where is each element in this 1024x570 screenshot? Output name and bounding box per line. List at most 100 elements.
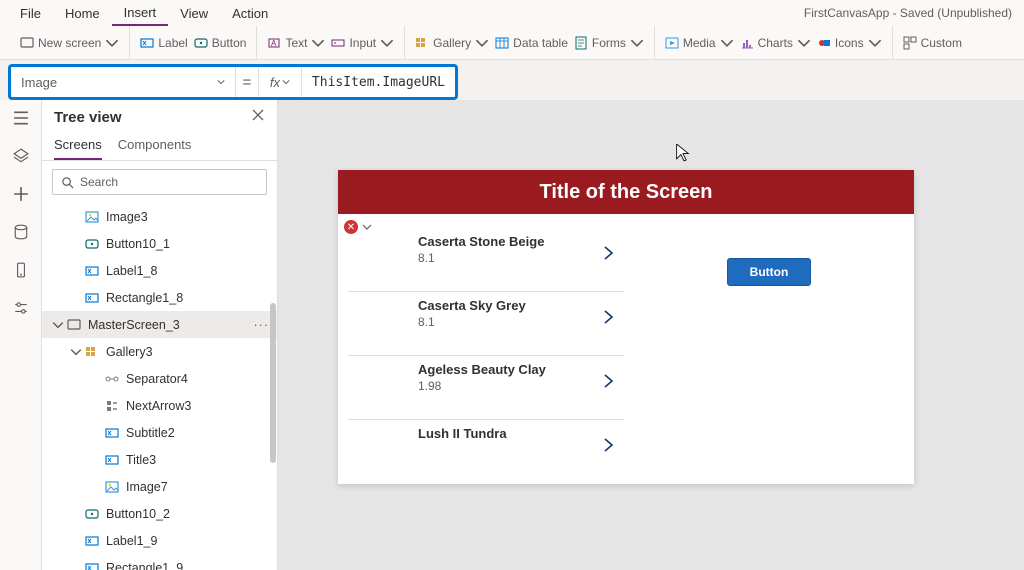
gallery-control[interactable]: Caserta Stone Beige8.1Caserta Sky Grey8.…: [348, 214, 624, 484]
data-rail-button[interactable]: [11, 222, 31, 242]
forms-label: Forms: [592, 36, 626, 50]
tree-view-title: Tree view: [54, 109, 122, 126]
gallery-item[interactable]: Lush II Tundra: [348, 420, 624, 484]
tree-node-Gallery3[interactable]: Gallery3: [42, 338, 277, 365]
tree-node-Label1_8[interactable]: Label1_8: [42, 257, 277, 284]
chevron-down-icon: [475, 36, 489, 50]
gallery-label: Gallery: [433, 36, 471, 50]
menu-file[interactable]: File: [8, 2, 53, 25]
chevron-down-icon: [797, 36, 811, 50]
media-dropdown[interactable]: Media: [665, 36, 734, 50]
canvas[interactable]: Title of the Screen ✕ Caserta Stone Beig…: [278, 100, 1024, 570]
tree-node-label: Gallery3: [106, 345, 153, 359]
insert-button-button[interactable]: Button: [194, 36, 247, 50]
gallery-item[interactable]: Caserta Stone Beige8.1: [348, 228, 624, 292]
tree-node-Rectangle1_9[interactable]: Rectangle1_9: [42, 554, 277, 570]
fx-label: fx: [270, 75, 280, 90]
menu-home[interactable]: Home: [53, 2, 112, 25]
icons-label: Icons: [835, 36, 864, 50]
canvas-button[interactable]: Button: [727, 258, 812, 286]
advanced-rail-button[interactable]: [11, 298, 31, 318]
gallery-item-title: Caserta Sky Grey: [418, 298, 616, 313]
tree-node-Rectangle1_8[interactable]: Rectangle1_8: [42, 284, 277, 311]
tree-node-label: Image3: [106, 210, 148, 224]
media-icon: [665, 36, 679, 50]
charts-label: Charts: [758, 36, 793, 50]
custom-label: Custom: [921, 36, 962, 50]
gallery-item[interactable]: Caserta Sky Grey8.1: [348, 292, 624, 356]
image-icon: [104, 479, 120, 495]
new-screen-button[interactable]: New screen: [20, 36, 119, 50]
screen-icon: [20, 36, 34, 50]
gallery-item-title: Caserta Stone Beige: [418, 234, 616, 249]
custom-button[interactable]: Custom: [903, 36, 962, 50]
next-arrow-icon[interactable]: [602, 438, 616, 457]
nextarrow-icon: [104, 398, 120, 414]
icons-dropdown[interactable]: Icons: [817, 36, 882, 50]
treeview-rail-button[interactable]: [11, 146, 31, 166]
input-icon: [331, 36, 345, 50]
tree-node-label: Label1_8: [106, 264, 157, 278]
text-dropdown[interactable]: Text: [267, 36, 325, 50]
media-rail-button[interactable]: [11, 260, 31, 280]
tree-node-label: Button10_2: [106, 507, 170, 521]
gallery-item[interactable]: Ageless Beauty Clay1.98: [348, 356, 624, 420]
tree-scrollbar[interactable]: [270, 303, 276, 463]
next-arrow-icon[interactable]: [602, 374, 616, 393]
chevron-down-icon: [720, 36, 734, 50]
menu-view[interactable]: View: [168, 2, 220, 25]
app-screen[interactable]: Title of the Screen ✕ Caserta Stone Beig…: [338, 170, 914, 484]
tree-node-Separator4[interactable]: Separator4: [42, 365, 277, 392]
gallery-dropdown[interactable]: Gallery: [415, 36, 489, 50]
tree-node-Image7[interactable]: Image7: [42, 473, 277, 500]
label-icon: [84, 290, 100, 306]
label-icon: [104, 452, 120, 468]
tree-node-label: Button10_1: [106, 237, 170, 251]
tree-node-label: Image7: [126, 480, 168, 494]
tree-node-NextArrow3[interactable]: NextArrow3: [42, 392, 277, 419]
screen-title: Title of the Screen: [539, 181, 712, 204]
menu-action[interactable]: Action: [220, 2, 280, 25]
property-selector[interactable]: Image: [11, 67, 236, 97]
tab-components[interactable]: Components: [118, 131, 192, 160]
tree-node-Label1_9[interactable]: Label1_9: [42, 527, 277, 554]
tree-search-input[interactable]: Search: [52, 169, 267, 195]
more-button[interactable]: ···: [254, 318, 270, 332]
tree-node-label: Rectangle1_9: [106, 561, 183, 570]
charts-dropdown[interactable]: Charts: [740, 36, 811, 50]
tree-node-Button10_1[interactable]: Button10_1: [42, 230, 277, 257]
tree-node-Subtitle2[interactable]: Subtitle2: [42, 419, 277, 446]
label-icon: [140, 36, 154, 50]
close-panel-button[interactable]: [251, 108, 265, 127]
fx-button[interactable]: fx: [259, 67, 302, 97]
gallery-icon: [415, 36, 429, 50]
forms-dropdown[interactable]: Forms: [574, 36, 644, 50]
insert-button-text: Button: [212, 36, 247, 50]
datatable-button[interactable]: Data table: [495, 36, 568, 50]
hamburger-button[interactable]: [11, 108, 31, 128]
image-icon: [84, 209, 100, 225]
tree-node-MasterScreen_3[interactable]: MasterScreen_3 ···: [42, 311, 277, 338]
tree-node-label: MasterScreen_3: [88, 318, 180, 332]
app-title: FirstCanvasApp - Saved (Unpublished): [792, 2, 1016, 24]
next-arrow-icon[interactable]: [602, 310, 616, 329]
label-icon: [104, 425, 120, 441]
label-icon: [84, 560, 100, 570]
text-label: Text: [285, 36, 307, 50]
formula-input[interactable]: ThisItem.ImageURL: [302, 67, 455, 97]
chevron-down-icon: [630, 36, 644, 50]
ribbon: New screen Label Button Text Input Galle…: [0, 26, 1024, 60]
insert-rail-button[interactable]: [11, 184, 31, 204]
menu-insert[interactable]: Insert: [112, 1, 169, 26]
tree-node-Image3[interactable]: Image3: [42, 203, 277, 230]
input-dropdown[interactable]: Input: [331, 36, 394, 50]
insert-label-button[interactable]: Label: [140, 36, 187, 50]
input-label: Input: [349, 36, 376, 50]
tree-node-Button10_2[interactable]: Button10_2: [42, 500, 277, 527]
tree-node-Title3[interactable]: Title3: [42, 446, 277, 473]
next-arrow-icon[interactable]: [602, 246, 616, 265]
button-icon: [84, 506, 100, 522]
icons-icon: [817, 36, 831, 50]
separator-icon: [104, 371, 120, 387]
tab-screens[interactable]: Screens: [54, 131, 102, 160]
